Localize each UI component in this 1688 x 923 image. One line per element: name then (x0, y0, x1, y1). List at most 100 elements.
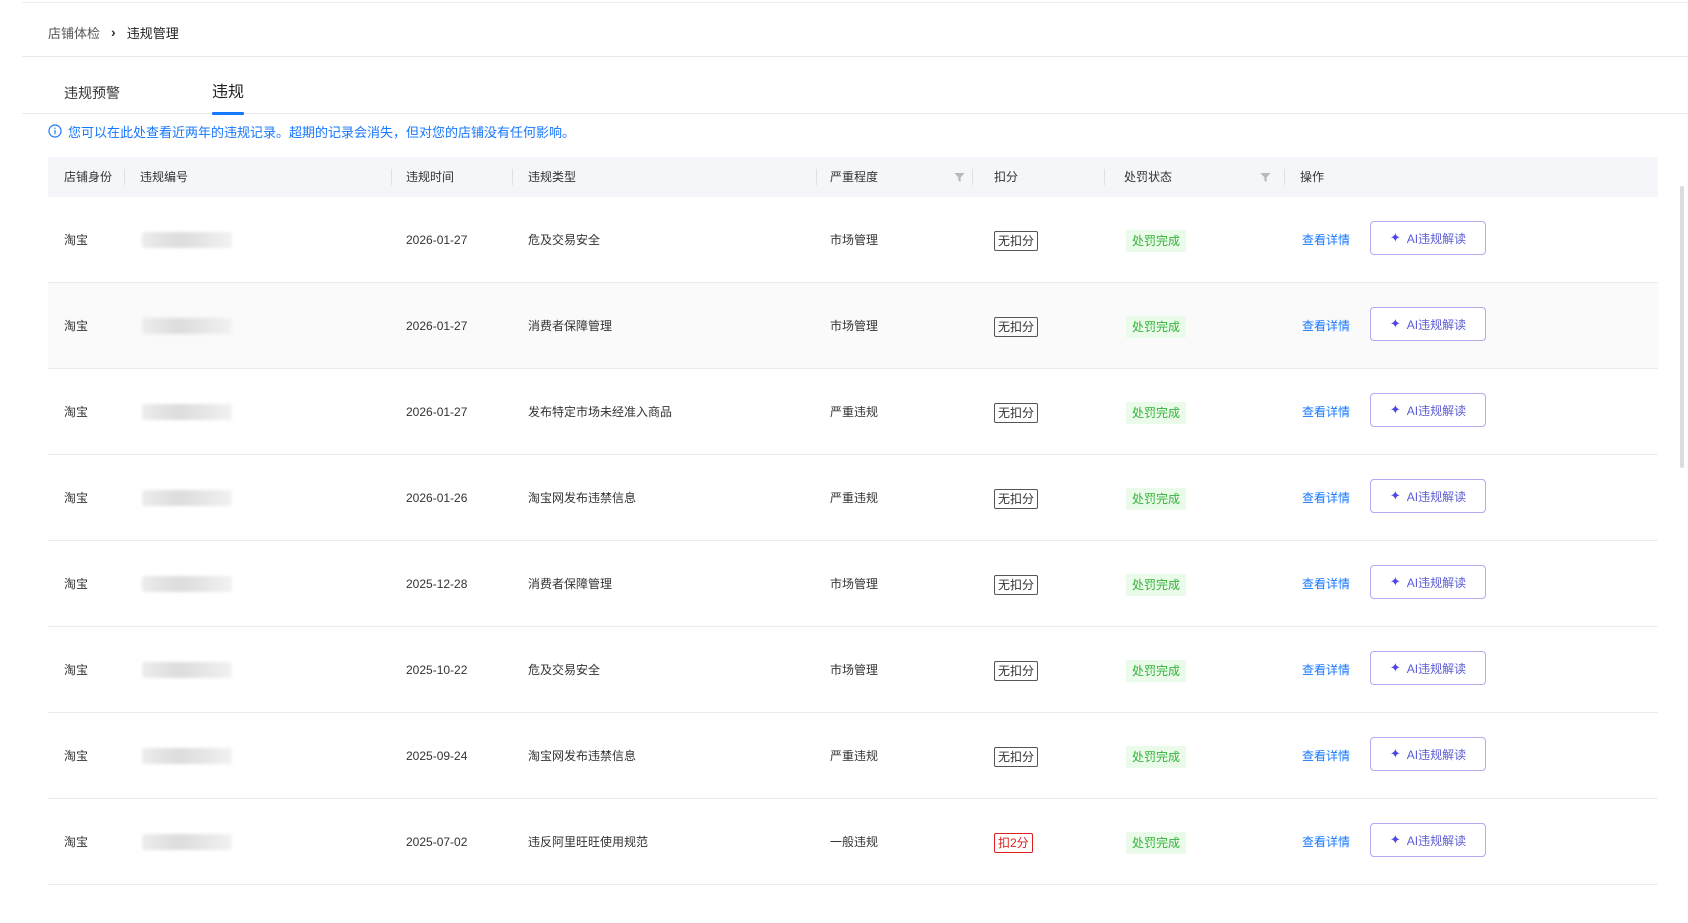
sparkle-icon: ✦ (1389, 488, 1401, 503)
header-separator (1284, 169, 1285, 185)
view-detail-link[interactable]: 查看详情 (1302, 663, 1350, 677)
deduct-tag: 无扣分 (994, 402, 1039, 423)
sparkle-icon: ✦ (1389, 746, 1401, 761)
sparkle-icon: ✦ (1389, 402, 1401, 417)
table-row: 淘宝 2025-10-22 危及交易安全 市场管理 无扣分 处罚完成 查看详情 … (48, 627, 1658, 713)
table-row: 淘宝 2026-01-27 消费者保障管理 市场管理 无扣分 处罚完成 查看详情… (48, 283, 1658, 369)
notice-text: 您可以在此处查看近两年的违规记录。超期的记录会消失，但对您的店铺没有任何影响。 (68, 124, 576, 140)
ai-interpret-button[interactable]: ✦ AI违规解读 (1370, 737, 1486, 771)
cell-time: 2025-07-02 (406, 835, 468, 849)
cell-time: 2026-01-27 (406, 233, 468, 247)
cell-type: 危及交易安全 (528, 233, 601, 247)
status-badge: 处罚完成 (1126, 315, 1187, 338)
cell-severity: 市场管理 (830, 233, 879, 247)
cell-identity: 淘宝 (64, 233, 89, 247)
cell-severity: 市场管理 (830, 319, 879, 333)
severity-filter-icon[interactable] (954, 172, 965, 183)
deduct-tag: 无扣分 (994, 574, 1039, 595)
cell-time: 2025-09-24 (406, 749, 468, 763)
deduct-tag: 无扣分 (994, 316, 1039, 337)
status-filter-icon[interactable] (1260, 172, 1271, 183)
cell-id-redacted (142, 748, 232, 764)
status-badge: 处罚完成 (1126, 401, 1187, 424)
cell-type: 淘宝网发布违禁信息 (528, 491, 637, 505)
cell-identity: 淘宝 (64, 491, 89, 505)
header-time: 违规时间 (406, 170, 455, 184)
cell-status: 处罚完成 (1126, 627, 1187, 713)
view-detail-link[interactable]: 查看详情 (1302, 233, 1350, 247)
deduct-tag: 无扣分 (994, 488, 1039, 509)
ai-interpret-button[interactable]: ✦ AI违规解读 (1370, 823, 1486, 857)
tab-violation-warning[interactable]: 违规预警 (64, 76, 120, 114)
cell-ops: 查看详情 (1302, 627, 1350, 713)
view-detail-link[interactable]: 查看详情 (1302, 491, 1350, 505)
cell-time: 2026-01-27 (406, 405, 468, 419)
cell-identity: 淘宝 (64, 835, 89, 849)
header-identity: 店铺身份 (64, 170, 113, 184)
header-separator (1104, 169, 1105, 185)
view-detail-link[interactable]: 查看详情 (1302, 835, 1350, 849)
header-separator (972, 169, 973, 185)
breadcrumb-current: 违规管理 (126, 25, 179, 41)
cell-time: 2026-01-27 (406, 319, 468, 333)
ai-interpret-button[interactable]: ✦ AI违规解读 (1370, 307, 1486, 341)
info-circle-icon (48, 124, 62, 138)
cell-status: 处罚完成 (1126, 713, 1187, 799)
tab-bar: 违规预警 违规 (22, 76, 1688, 115)
table-header: 店铺身份 违规编号 违规时间 违规类型 严重程度 扣分 处罚状态 操作 (48, 157, 1658, 197)
table-row: 淘宝 2025-12-28 消费者保障管理 市场管理 无扣分 处罚完成 查看详情… (48, 541, 1658, 627)
ai-interpret-button[interactable]: ✦ AI违规解读 (1370, 479, 1486, 513)
cell-time: 2025-12-28 (406, 577, 468, 591)
cell-deduct: 无扣分 (994, 541, 1039, 627)
deduct-tag: 无扣分 (994, 746, 1039, 767)
ai-interpret-label: AI违规解读 (1406, 747, 1467, 762)
cell-id-redacted (142, 404, 232, 420)
cell-id-redacted (142, 576, 232, 592)
ai-interpret-button[interactable]: ✦ AI违规解读 (1370, 393, 1486, 427)
sparkle-icon: ✦ (1389, 574, 1401, 589)
tab-violation[interactable]: 违规 (212, 76, 245, 115)
cell-ops: 查看详情 (1302, 197, 1350, 283)
vertical-scrollbar[interactable] (1680, 186, 1684, 468)
cell-deduct: 扣2分 (994, 799, 1033, 885)
ai-interpret-label: AI违规解读 (1406, 231, 1467, 246)
view-detail-link[interactable]: 查看详情 (1302, 319, 1350, 333)
deduct-tag: 扣2分 (994, 832, 1033, 853)
cell-id-redacted (142, 834, 232, 850)
status-badge: 处罚完成 (1126, 831, 1187, 854)
header-ops: 操作 (1300, 170, 1325, 184)
cell-id-redacted (142, 662, 232, 678)
table-row: 淘宝 2025-07-02 违反阿里旺旺使用规范 一般违规 扣2分 处罚完成 查… (48, 799, 1658, 885)
cell-deduct: 无扣分 (994, 197, 1039, 283)
ai-interpret-label: AI违规解读 (1406, 403, 1467, 418)
ai-interpret-button[interactable]: ✦ AI违规解读 (1370, 565, 1486, 599)
view-detail-link[interactable]: 查看详情 (1302, 405, 1350, 419)
sparkle-icon: ✦ (1389, 230, 1401, 245)
ai-interpret-button[interactable]: ✦ AI违规解读 (1370, 651, 1486, 685)
header-deduct: 扣分 (994, 170, 1019, 184)
ai-interpret-button[interactable]: ✦ AI违规解读 (1370, 221, 1486, 255)
ai-interpret-label: AI违规解读 (1406, 833, 1467, 848)
status-badge: 处罚完成 (1126, 745, 1187, 768)
header-type: 违规类型 (528, 170, 577, 184)
header-status: 处罚状态 (1124, 170, 1173, 184)
cell-time: 2025-10-22 (406, 663, 468, 677)
cell-severity: 严重违规 (830, 491, 879, 505)
header-id: 违规编号 (140, 170, 189, 184)
cell-identity: 淘宝 (64, 405, 89, 419)
cell-severity: 市场管理 (830, 577, 879, 591)
notice-bar: 您可以在此处查看近两年的违规记录。超期的记录会消失，但对您的店铺没有任何影响。 (48, 122, 575, 140)
cell-ops: 查看详情 (1302, 799, 1350, 885)
cell-ops: 查看详情 (1302, 283, 1350, 369)
view-detail-link[interactable]: 查看详情 (1302, 749, 1350, 763)
cell-status: 处罚完成 (1126, 197, 1187, 283)
cell-type: 淘宝网发布违禁信息 (528, 749, 637, 763)
cell-id-redacted (142, 232, 232, 248)
cell-type: 违反阿里旺旺使用规范 (528, 835, 649, 849)
breadcrumb-parent[interactable]: 店铺体检 (48, 23, 100, 42)
cell-status: 处罚完成 (1126, 369, 1187, 455)
breadcrumb: 店铺体检 › 违规管理 (48, 22, 179, 42)
cell-ops: 查看详情 (1302, 541, 1350, 627)
status-badge: 处罚完成 (1126, 487, 1187, 510)
view-detail-link[interactable]: 查看详情 (1302, 577, 1350, 591)
